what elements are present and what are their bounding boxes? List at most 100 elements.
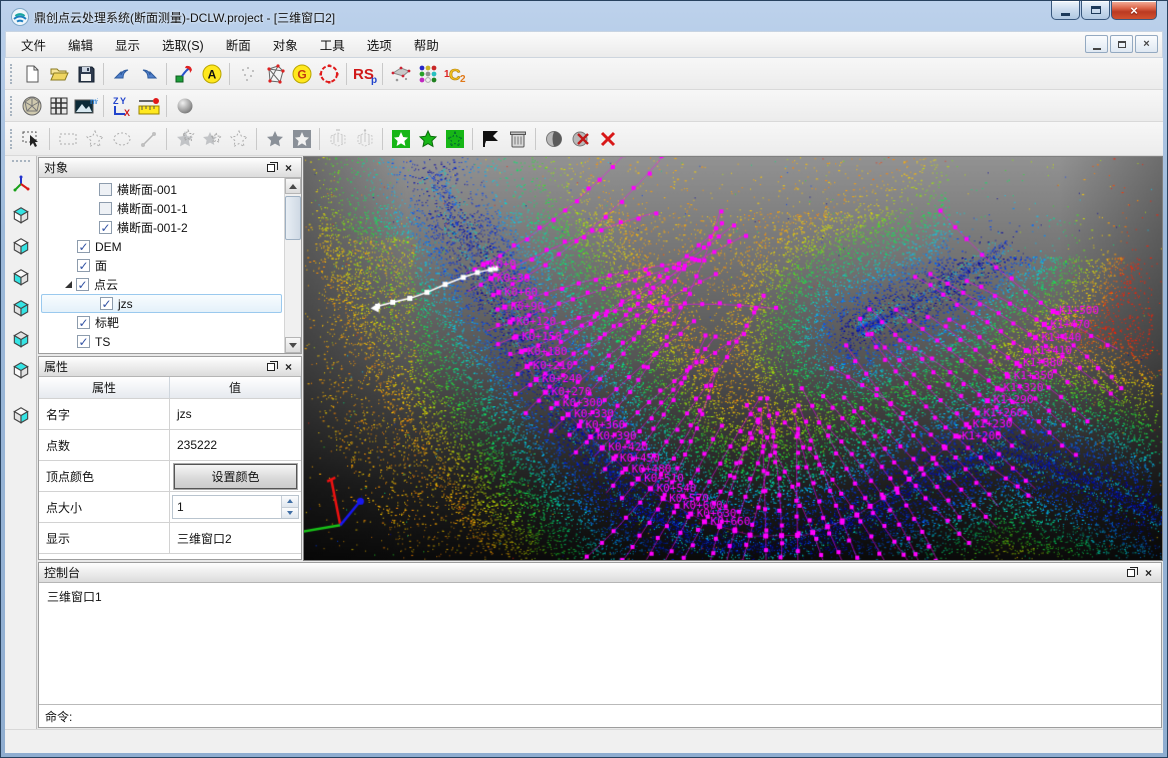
fence-box-1-button[interactable] xyxy=(324,126,351,152)
scroll-up-button[interactable] xyxy=(285,178,301,194)
zyx-axes-button[interactable]: ZYX xyxy=(108,93,135,119)
point-size-spinner[interactable]: 1 xyxy=(172,495,299,519)
view-cube-iso-button[interactable] xyxy=(9,404,33,426)
hide-blob-button[interactable] xyxy=(540,126,567,152)
checkbox-点云[interactable] xyxy=(76,278,89,291)
menu-item-6[interactable]: 工具 xyxy=(309,31,356,58)
tree-item-点云[interactable]: 点云 xyxy=(41,275,282,294)
tree-scrollbar[interactable] xyxy=(284,178,301,353)
pick-select-button[interactable] xyxy=(18,126,45,152)
rs-p-button[interactable]: RSp xyxy=(351,61,378,87)
checkbox-标靶[interactable] xyxy=(77,316,90,329)
measure-ruler-button[interactable] xyxy=(135,93,162,119)
checkbox-面[interactable] xyxy=(77,259,90,272)
menu-item-7[interactable]: 选项 xyxy=(356,31,403,58)
float-panel-button[interactable] xyxy=(263,161,278,175)
green-star-button[interactable] xyxy=(414,126,441,152)
checkbox-jzs[interactable] xyxy=(100,297,113,310)
tree-item-TS[interactable]: TS xyxy=(41,332,282,351)
star-intersect-button[interactable] xyxy=(198,126,225,152)
undo-button[interactable] xyxy=(108,61,135,87)
fence-box-2-button[interactable] xyxy=(351,126,378,152)
open-file-button[interactable] xyxy=(45,61,72,87)
flag-button[interactable] xyxy=(477,126,504,152)
view-cube-right-button[interactable] xyxy=(9,235,33,257)
sphere-ball-button[interactable] xyxy=(171,93,198,119)
sparse-points-button[interactable] xyxy=(234,61,261,87)
scroll-thumb[interactable] xyxy=(285,196,301,240)
tree-item-面[interactable]: 面 xyxy=(41,256,282,275)
line-pick-button[interactable] xyxy=(135,126,162,152)
close-panel-button[interactable]: × xyxy=(281,161,296,175)
menu-item-2[interactable]: 显示 xyxy=(104,31,151,58)
scroll-down-button[interactable] xyxy=(285,337,301,353)
tree-item-标靶[interactable]: 标靶 xyxy=(41,313,282,332)
terrain-image-button[interactable]: m² xyxy=(72,93,99,119)
mdi-minimize-button[interactable] xyxy=(1085,35,1108,53)
rect-select-button[interactable] xyxy=(54,126,81,152)
float-panel-button[interactable] xyxy=(263,360,278,374)
float-panel-button[interactable] xyxy=(1123,566,1138,580)
coord-convert-1c2-button[interactable]: 1C2 xyxy=(441,61,468,87)
maximize-button[interactable] xyxy=(1081,1,1110,20)
checkbox-横断面-001-2[interactable] xyxy=(99,221,112,234)
circle-o-fit-button[interactable] xyxy=(315,61,342,87)
geodesic-sphere-button[interactable] xyxy=(18,93,45,119)
viewport-canvas[interactable] xyxy=(304,157,1162,560)
green-select-in-button[interactable] xyxy=(387,126,414,152)
toolbar-grip[interactable] xyxy=(10,129,15,149)
view-cube-top-right-button[interactable] xyxy=(9,297,33,319)
tree-item-横断面-001[interactable]: 横断面-001 xyxy=(41,180,282,199)
menu-item-8[interactable]: 帮助 xyxy=(403,31,450,58)
green-select-keep-button[interactable] xyxy=(441,126,468,152)
redo-button[interactable] xyxy=(135,61,162,87)
circle-g-button[interactable]: G xyxy=(288,61,315,87)
axes-triad-button[interactable] xyxy=(9,173,33,195)
menu-item-5[interactable]: 对象 xyxy=(262,31,309,58)
checkbox-横断面-001-1[interactable] xyxy=(99,202,112,215)
checkbox-DEM[interactable] xyxy=(77,240,90,253)
menu-item-3[interactable]: 选取(S) xyxy=(151,31,215,58)
cancel-x-button[interactable] xyxy=(594,126,621,152)
close-button[interactable]: × xyxy=(1111,1,1157,20)
view-cube-top-button[interactable] xyxy=(9,204,33,226)
tree-item-DEM[interactable]: DEM xyxy=(41,237,282,256)
register-transform-button[interactable] xyxy=(171,61,198,87)
delete-trash-button[interactable] xyxy=(504,126,531,152)
tree-item-横断面-001-1[interactable]: 横断面-001-1 xyxy=(41,199,282,218)
close-panel-button[interactable]: × xyxy=(281,360,296,374)
circle-a-button[interactable]: A xyxy=(198,61,225,87)
minimize-button[interactable] xyxy=(1051,1,1080,20)
view-cube-top-front-button[interactable] xyxy=(9,359,33,381)
tree-item-横断面-001-2[interactable]: 横断面-001-2 xyxy=(41,218,282,237)
grid-button[interactable] xyxy=(45,93,72,119)
cloud-points-button[interactable] xyxy=(387,61,414,87)
menu-item-4[interactable]: 断面 xyxy=(215,31,262,58)
star-invert-button[interactable] xyxy=(288,126,315,152)
toolbar-grip[interactable] xyxy=(12,160,30,164)
expander-icon[interactable] xyxy=(65,281,72,288)
toolbar-grip[interactable] xyxy=(10,96,15,116)
menu-item-1[interactable]: 编辑 xyxy=(57,31,104,58)
mdi-restore-button[interactable] xyxy=(1110,35,1133,53)
menu-item-0[interactable]: 文件 xyxy=(10,31,57,58)
mesh-prism-button[interactable] xyxy=(261,61,288,87)
color-grid-button[interactable] xyxy=(414,61,441,87)
star-outline-button[interactable] xyxy=(225,126,252,152)
view-cube-front-button[interactable] xyxy=(9,266,33,288)
view-cube-front-right-button[interactable] xyxy=(9,328,33,350)
save-button[interactable] xyxy=(72,61,99,87)
spinner-up-button[interactable] xyxy=(282,496,298,508)
blob-delete-button[interactable] xyxy=(567,126,594,152)
spinner-down-button[interactable] xyxy=(282,508,298,519)
star-subtract-button[interactable] xyxy=(171,126,198,152)
close-panel-button[interactable]: × xyxy=(1141,566,1156,580)
toolbar-grip[interactable] xyxy=(10,64,15,84)
command-line[interactable]: 命令: xyxy=(39,705,1161,727)
tree-item-jzs[interactable]: jzs xyxy=(41,294,282,313)
mdi-close-button[interactable]: × xyxy=(1135,35,1158,53)
polygon-select-button[interactable] xyxy=(81,126,108,152)
checkbox-TS[interactable] xyxy=(77,335,90,348)
new-file-button[interactable] xyxy=(18,61,45,87)
star-solid-button[interactable] xyxy=(261,126,288,152)
